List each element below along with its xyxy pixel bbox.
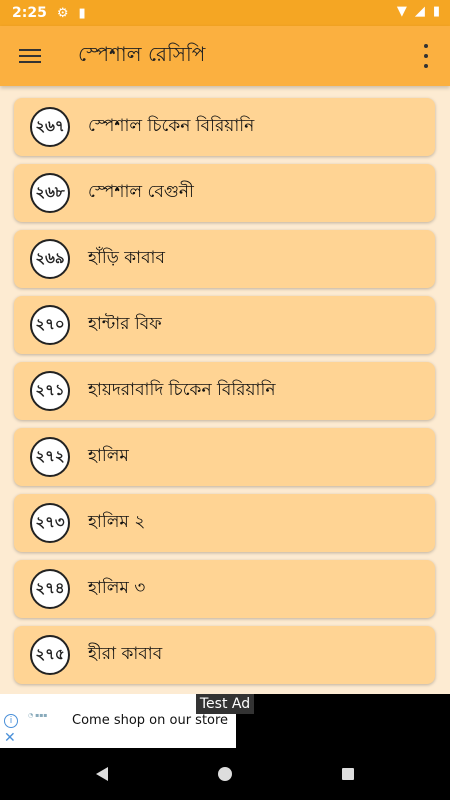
home-icon[interactable] <box>218 767 232 781</box>
item-label: হালিম <box>88 446 129 466</box>
item-number: ২৭৩ <box>30 503 70 543</box>
ad-banner[interactable]: i ✕ ◔ ▪▪▪ Come shop on our store Test Ad <box>0 694 450 748</box>
list-item[interactable]: ২৬৭ স্পেশাল চিকেন বিরিয়ানি <box>14 98 435 156</box>
item-number: ২৭৪ <box>30 569 70 609</box>
test-ad-badge: Test Ad <box>196 694 254 714</box>
item-label: হীরা কাবাব <box>88 644 163 664</box>
list-item[interactable]: ২৬৮ স্পেশাল বেগুনী <box>14 164 435 222</box>
sd-card-status-icon: ▮ <box>78 5 86 21</box>
more-vert-icon <box>424 44 428 48</box>
app-bar: স্পেশাল রেসিপি <box>0 26 450 86</box>
item-label: হাঁড়ি কাবাব <box>88 248 165 268</box>
item-number: ২৭৫ <box>30 635 70 675</box>
list-item[interactable]: ২৭৫ হীরা কাবাব <box>14 626 435 684</box>
battery-icon: ▮ <box>432 4 440 19</box>
item-number: ২৭২ <box>30 437 70 477</box>
menu-button[interactable] <box>0 26 60 86</box>
recents-icon[interactable] <box>342 768 354 780</box>
page-title: স্পেশাল রেসিপি <box>78 41 206 66</box>
status-time: 2:25 <box>12 5 47 21</box>
item-number: ২৬৭ <box>30 107 70 147</box>
status-bar: 2:25 ⚙ ▮ ▼ ◢ ▮ <box>0 0 450 26</box>
more-options-button[interactable] <box>414 44 438 68</box>
item-number: ২৭০ <box>30 305 70 345</box>
list-item[interactable]: ২৭১ হায়দরাবাদি চিকেন বিরিয়ানি <box>14 362 435 420</box>
settings-status-icon: ⚙ <box>56 5 69 21</box>
item-label: স্পেশাল চিকেন বিরিয়ানি <box>88 116 255 136</box>
ad-close-icon[interactable]: ✕ <box>4 730 16 746</box>
signal-icon: ◢ <box>414 4 425 19</box>
ad-image[interactable] <box>236 694 450 748</box>
back-icon[interactable] <box>96 767 108 781</box>
item-label: হালিম ২ <box>88 512 146 532</box>
item-number: ২৬৯ <box>30 239 70 279</box>
list-item[interactable]: ২৭২ হালিম <box>14 428 435 486</box>
item-label: হালিম ৩ <box>88 578 146 598</box>
ad-info-icon[interactable]: i <box>4 714 18 728</box>
ad-logo: ◔ ▪▪▪ <box>28 712 48 719</box>
list-item[interactable]: ২৭৪ হালিম ৩ <box>14 560 435 618</box>
item-label: হায়দরাবাদি চিকেন বিরিয়ানি <box>88 380 276 400</box>
item-number: ২৬৮ <box>30 173 70 213</box>
item-number: ২৭১ <box>30 371 70 411</box>
list-item[interactable]: ২৬৯ হাঁড়ি কাবাব <box>14 230 435 288</box>
item-label: হান্টার বিফ <box>88 314 162 334</box>
item-label: স্পেশাল বেগুনী <box>88 182 194 202</box>
ad-text[interactable]: Come shop on our store <box>72 713 228 728</box>
list-item[interactable]: ২৭০ হান্টার বিফ <box>14 296 435 354</box>
system-nav-bar <box>0 748 450 800</box>
wifi-icon: ▼ <box>396 4 407 19</box>
list-item[interactable]: ২৭৩ হালিম ২ <box>14 494 435 552</box>
hamburger-icon <box>19 48 41 64</box>
